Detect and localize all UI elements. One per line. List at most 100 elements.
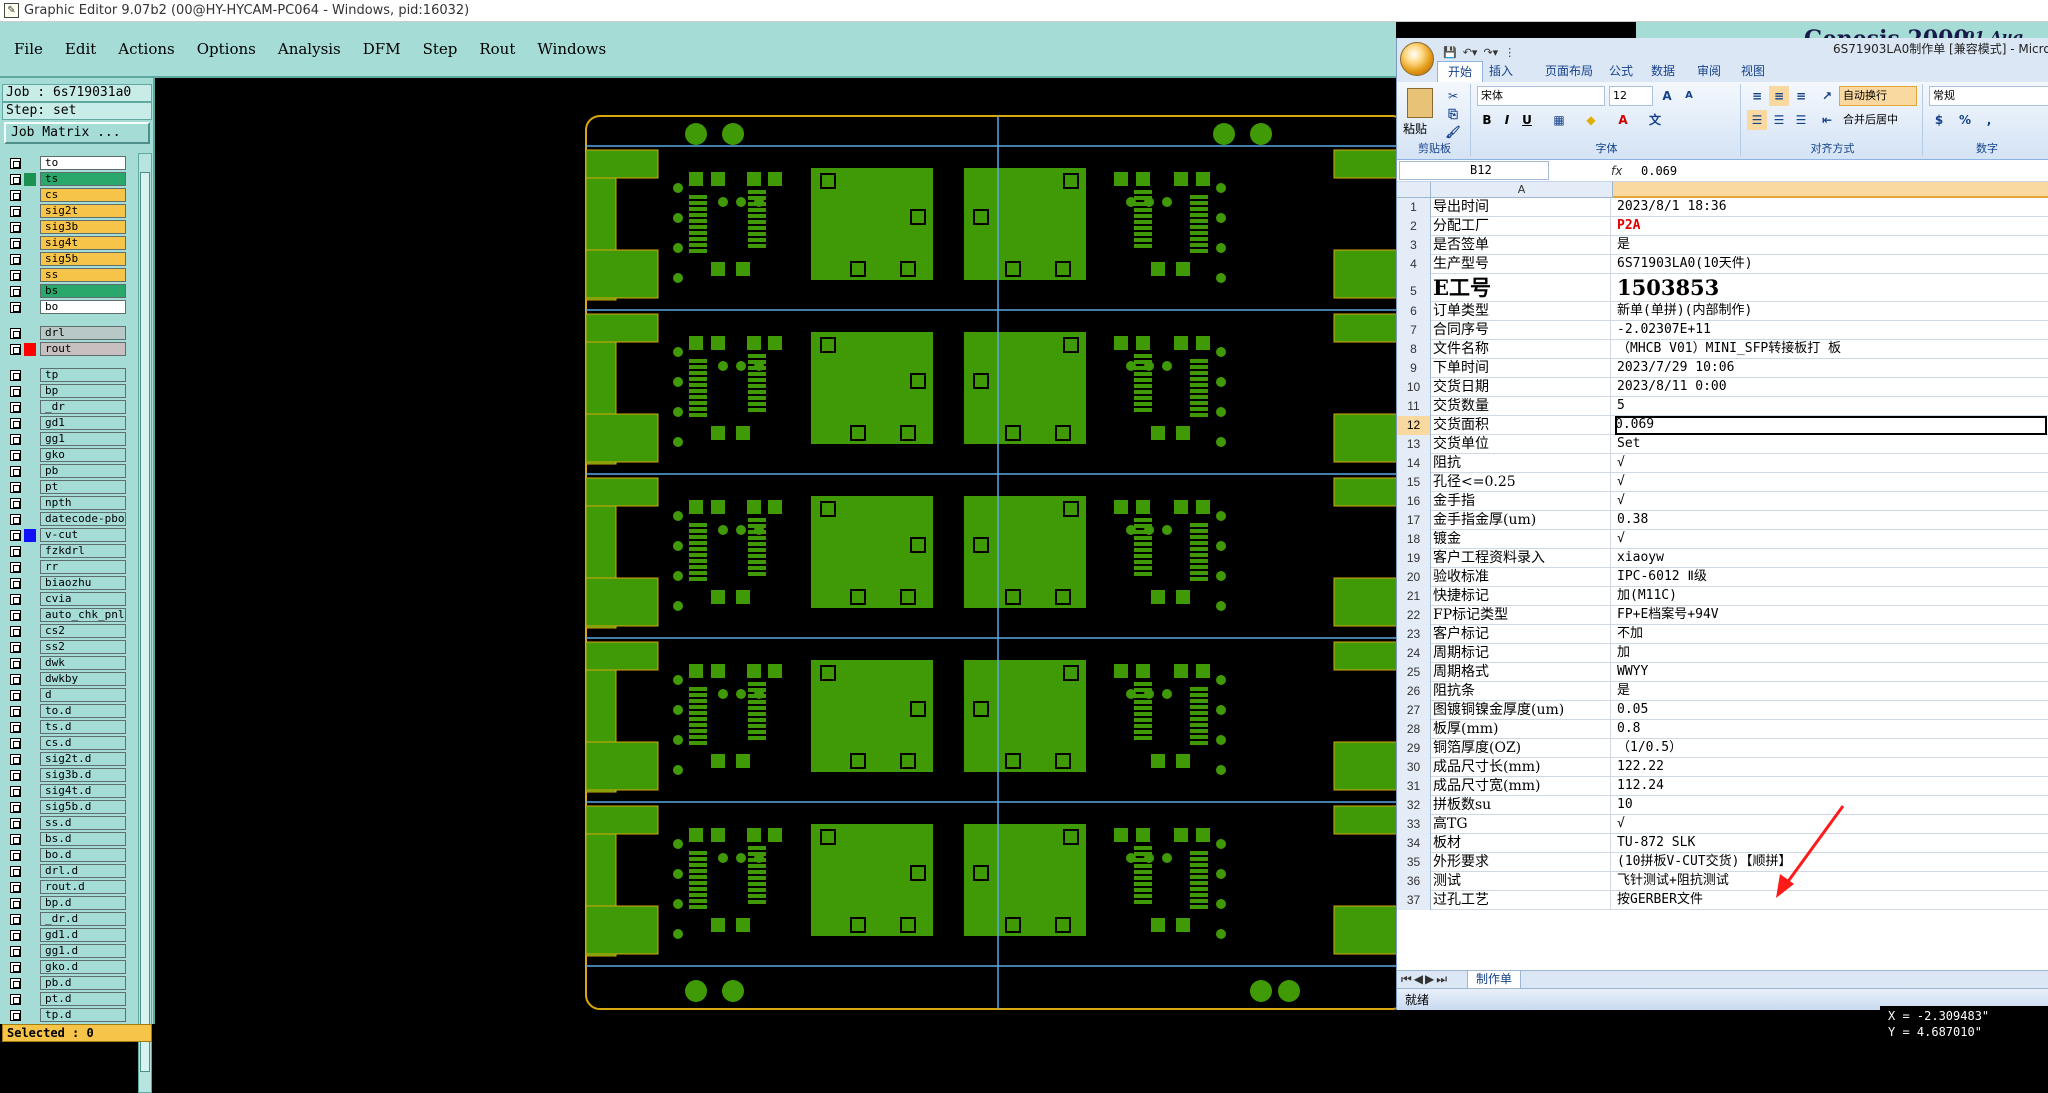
layer-name[interactable]: ts.d xyxy=(40,720,126,734)
cell-b[interactable]: 2023/8/11 0:00 xyxy=(1617,378,2048,397)
row-number[interactable]: 20 xyxy=(1397,568,1431,587)
layer-name[interactable]: dwkby xyxy=(40,672,126,686)
cell-b[interactable]: √ xyxy=(1617,473,2048,492)
layer-checkbox[interactable] xyxy=(10,206,21,217)
layer-checkbox[interactable] xyxy=(10,722,21,733)
currency-icon[interactable]: $ xyxy=(1929,110,1949,130)
layer-row[interactable]: bp xyxy=(4,384,132,398)
fx-icon[interactable]: fx xyxy=(1611,160,1622,182)
layer-row[interactable]: rout.d xyxy=(4,880,132,894)
layer-name[interactable]: drl xyxy=(40,326,126,340)
layer-checkbox[interactable] xyxy=(10,834,21,845)
layer-checkbox[interactable] xyxy=(10,190,21,201)
border-icon[interactable]: ▦ xyxy=(1549,110,1569,130)
comma-icon[interactable]: , xyxy=(1979,110,1999,130)
cell-a[interactable]: 过孔工艺 xyxy=(1433,891,1611,910)
layer-checkbox[interactable] xyxy=(10,930,21,941)
layer-checkbox[interactable] xyxy=(10,946,21,957)
layer-checkbox[interactable] xyxy=(10,882,21,893)
layer-row[interactable]: sig4t xyxy=(4,236,132,250)
cell-a[interactable]: 图镀铜镍金厚度(um) xyxy=(1433,701,1611,720)
column-header-b[interactable] xyxy=(1613,182,2048,198)
layer-checkbox[interactable] xyxy=(10,610,21,621)
row-number[interactable]: 37 xyxy=(1397,891,1431,910)
layer-checkbox[interactable] xyxy=(10,994,21,1005)
layer-checkbox[interactable] xyxy=(10,328,21,339)
layer-checkbox[interactable] xyxy=(10,1010,21,1021)
layer-row[interactable]: to xyxy=(4,156,132,170)
layer-checkbox[interactable] xyxy=(10,514,21,525)
layer-checkbox[interactable] xyxy=(10,562,21,573)
row-number[interactable]: 4 xyxy=(1397,255,1431,274)
ribbon-tab-3[interactable]: 公式 xyxy=(1609,60,1633,82)
cell-b[interactable]: 加 xyxy=(1617,644,2048,663)
layer-name[interactable]: gko xyxy=(40,448,126,462)
cell-a[interactable]: 交货单位 xyxy=(1433,435,1611,454)
layer-checkbox[interactable] xyxy=(10,674,21,685)
cell-b[interactable]: 0.8 xyxy=(1617,720,2048,739)
row-number[interactable]: 2 xyxy=(1397,217,1431,236)
layer-checkbox[interactable] xyxy=(10,158,21,169)
layer-row[interactable]: gg1.d xyxy=(4,944,132,958)
cell-a[interactable]: 板材 xyxy=(1433,834,1611,853)
cell-a[interactable]: 拼板数su xyxy=(1433,796,1611,815)
row-number[interactable]: 13 xyxy=(1397,435,1431,454)
layer-checkbox[interactable] xyxy=(10,238,21,249)
layer-checkbox[interactable] xyxy=(10,962,21,973)
merge-center-button[interactable]: 合并后居中 xyxy=(1839,110,1921,130)
row-number[interactable]: 21 xyxy=(1397,587,1431,606)
cell-a[interactable]: 交货日期 xyxy=(1433,378,1611,397)
layer-checkbox[interactable] xyxy=(10,482,21,493)
cell-b[interactable]: 10 xyxy=(1617,796,2048,815)
menu-rout[interactable]: Rout xyxy=(479,40,515,58)
align-top-icon[interactable]: ≡ xyxy=(1747,86,1767,106)
layer-name[interactable]: ss.d xyxy=(40,816,126,830)
fill-color-icon[interactable]: ◆ xyxy=(1581,110,1601,130)
row-number[interactable]: 28 xyxy=(1397,720,1431,739)
layer-checkbox[interactable] xyxy=(10,530,21,541)
layer-name[interactable]: gd1.d xyxy=(40,928,126,942)
row-number[interactable]: 30 xyxy=(1397,758,1431,777)
office-button[interactable] xyxy=(1400,42,1434,76)
align-right-icon[interactable]: ☰ xyxy=(1791,110,1811,130)
row-number[interactable]: 17 xyxy=(1397,511,1431,530)
align-middle-icon[interactable]: ≡ xyxy=(1769,86,1789,106)
column-header-a[interactable]: A xyxy=(1431,182,1613,198)
layer-name[interactable]: gg1 xyxy=(40,432,126,446)
cell-a[interactable]: 文件名称 xyxy=(1433,340,1611,359)
row-number[interactable]: 9 xyxy=(1397,359,1431,378)
cell-a[interactable]: 镀金 xyxy=(1433,530,1611,549)
sheet-grid[interactable]: 1 导出时间 2023/8/1 18:36 2 分配工厂 P2A 3 是否签单是 4 生产型号 6S… xyxy=(1397,198,2048,1008)
ribbon-tab-0[interactable]: 开始 xyxy=(1437,61,1484,82)
layer-row[interactable]: ts.d xyxy=(4,720,132,734)
cell-a[interactable]: 客户工程资料录入 xyxy=(1433,549,1611,568)
sheet-tab[interactable]: 制作单 xyxy=(1467,971,1522,989)
cell-a[interactable]: 生产型号 xyxy=(1433,255,1611,274)
layer-row[interactable]: gko xyxy=(4,448,132,462)
row-number[interactable]: 36 xyxy=(1397,872,1431,891)
menu-analysis[interactable]: Analysis xyxy=(278,40,341,58)
cell-b[interactable]: FP+E档案号+94V xyxy=(1617,606,2048,625)
layer-name[interactable]: pb.d xyxy=(40,976,126,990)
cell-a[interactable]: 交货数量 xyxy=(1433,397,1611,416)
cell-b[interactable]: -2.02307E+11 xyxy=(1617,321,2048,340)
layer-checkbox[interactable] xyxy=(10,594,21,605)
copy-icon[interactable]: ⎘ xyxy=(1443,104,1463,124)
layer-row[interactable]: ts xyxy=(4,172,132,186)
cell-a[interactable]: 金手指金厚(um) xyxy=(1433,511,1611,530)
ribbon-tab-6[interactable]: 视图 xyxy=(1741,60,1765,82)
layer-row[interactable]: bp.d xyxy=(4,896,132,910)
cell-b[interactable]: P2A xyxy=(1617,217,2048,236)
menu-options[interactable]: Options xyxy=(197,40,256,58)
layer-row[interactable]: drl xyxy=(4,326,132,340)
layer-row[interactable]: fzkdrl xyxy=(4,544,132,558)
layer-row[interactable]: sig5b xyxy=(4,252,132,266)
layer-name[interactable]: tp xyxy=(40,368,126,382)
cell-a[interactable]: 周期格式 xyxy=(1433,663,1611,682)
shrink-font-icon[interactable]: A xyxy=(1679,86,1699,106)
row-number[interactable]: 31 xyxy=(1397,777,1431,796)
layer-name[interactable]: fzkdrl xyxy=(40,544,126,558)
job-matrix-button[interactable]: Job Matrix ... xyxy=(4,122,150,144)
row-number[interactable]: 1 xyxy=(1397,198,1431,217)
layer-checkbox[interactable] xyxy=(10,738,21,749)
